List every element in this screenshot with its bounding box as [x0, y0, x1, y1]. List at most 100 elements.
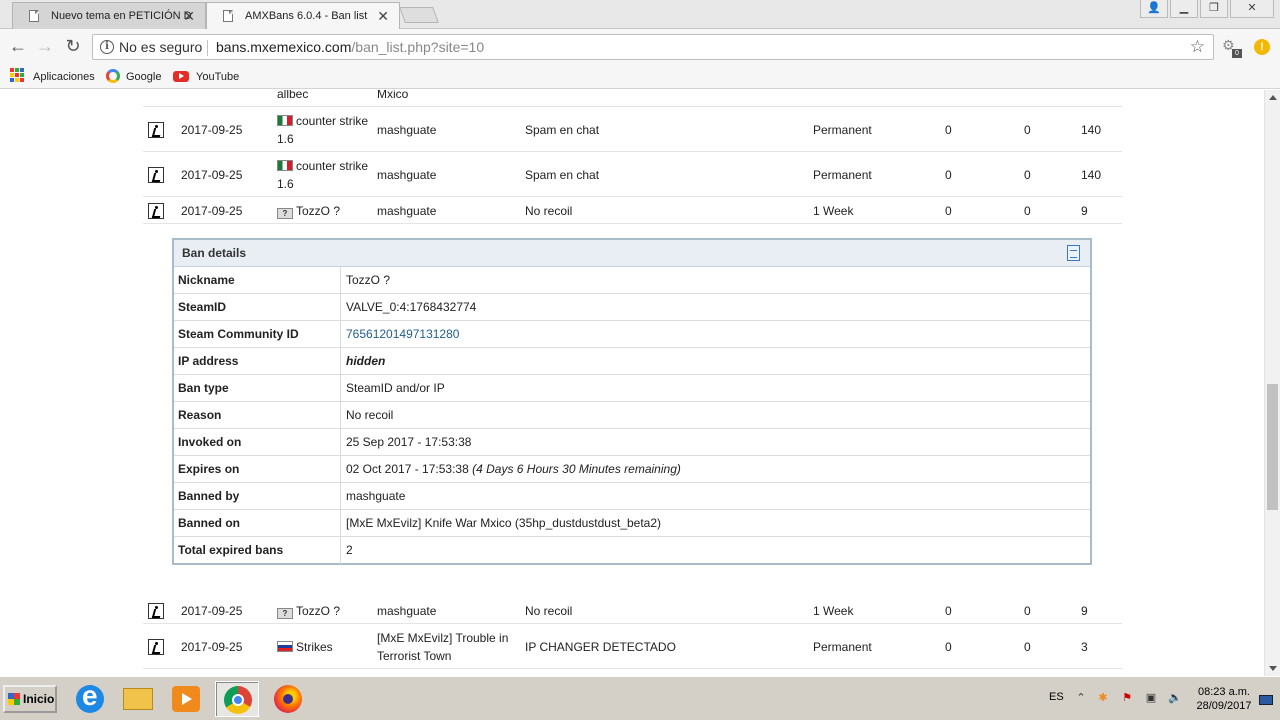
ban-date: 2017-09-25: [181, 203, 243, 218]
url-separator: [207, 40, 208, 56]
detail-label: Total expired bans: [174, 537, 341, 564]
flag-alert-icon[interactable]: ⚑: [1120, 691, 1134, 705]
close-icon[interactable]: ✕: [377, 3, 389, 29]
detail-value: 2: [346, 543, 353, 557]
scroll-up-arrow-icon[interactable]: [1269, 95, 1277, 100]
bookmark-star-icon[interactable]: ☆: [1190, 35, 1205, 59]
detail-label: Banned by: [174, 483, 341, 509]
app-tray-icon[interactable]: ✱: [1096, 691, 1110, 705]
close-icon[interactable]: ✕: [183, 3, 195, 29]
forward-arrow-icon[interactable]: →: [35, 37, 55, 57]
count-1: 0: [945, 167, 952, 182]
expiry-date: 02 Oct 2017 - 17:53:38: [346, 462, 469, 476]
chrome-icon: [224, 686, 252, 714]
table-row[interactable]: 2017-09-25 Strikes [MxE MxEvilz] Trouble…: [143, 624, 1122, 669]
detail-row-expired-bans: Total expired bans 2: [174, 537, 1090, 564]
bookmark-label: YouTube: [196, 71, 240, 83]
table-row[interactable]: 2017-09-25 counter strike 1.6 mashguate …: [143, 107, 1122, 152]
scrollbar-thumb[interactable]: [1267, 384, 1278, 510]
count-1: 0: [945, 122, 952, 137]
network-icon[interactable]: ▣: [1144, 691, 1158, 705]
clock-time: 08:23 a.m.: [1198, 686, 1250, 698]
start-button[interactable]: Inicio: [3, 685, 57, 713]
taskbar-internet-explorer[interactable]: [68, 680, 112, 717]
counter-strike-icon: [148, 202, 164, 219]
counter-strike-icon: [148, 602, 164, 619]
detail-label: Expires on: [174, 456, 341, 482]
taskbar-chrome[interactable]: [215, 681, 259, 717]
new-tab-button[interactable]: [399, 7, 439, 23]
table-row[interactable]: 2017-09-25 counter strike 1.6 mashguate …: [143, 152, 1122, 197]
count-2: 0: [1024, 203, 1031, 218]
table-row[interactable]: allbec Mxico: [143, 90, 1122, 107]
mexico-flag-icon: [277, 159, 293, 171]
detail-value: TozzO ?: [346, 273, 391, 287]
internet-explorer-icon: [76, 680, 104, 713]
admin-name: mashguate: [377, 203, 437, 218]
steam-community-link[interactable]: 76561201497131280: [346, 321, 459, 347]
tab-title: AMXBans 6.0.4 - Ban list: [245, 10, 368, 22]
warning-icon[interactable]: !: [1254, 39, 1270, 55]
table-row-selected[interactable]: 2017-09-25 ? TozzO ? mashguate No recoil …: [143, 197, 1122, 224]
ban-date: 2017-09-25: [181, 603, 243, 618]
url-text[interactable]: bans.mxemexico.com/ban_list.php?site=10: [216, 35, 484, 59]
bookmark-youtube[interactable]: YouTube: [173, 69, 239, 85]
detail-label: Invoked on: [174, 429, 341, 455]
address-bar[interactable]: i No es seguro bans.mxemexico.com/ban_li…: [92, 34, 1214, 60]
counter-strike-icon: [148, 121, 164, 138]
tab-ban-list[interactable]: AMXBans 6.0.4 - Ban list ✕: [206, 2, 400, 29]
taskbar-firefox[interactable]: [266, 681, 310, 717]
count-3: 140: [1081, 122, 1102, 137]
show-hidden-icons-icon[interactable]: ⌃: [1074, 691, 1088, 705]
security-status[interactable]: No es seguro: [119, 35, 202, 59]
taskbar-media-player[interactable]: [164, 681, 208, 717]
bookmark-apps[interactable]: Aplicaciones: [33, 69, 95, 85]
bookmarks-bar: Aplicaciones Google YouTube: [0, 65, 1280, 89]
firefox-icon: [274, 685, 302, 713]
language-indicator[interactable]: ES: [1049, 691, 1064, 703]
reload-icon[interactable]: ↻: [63, 37, 83, 57]
detail-label: IP address: [174, 348, 341, 374]
youtube-icon: [173, 71, 189, 82]
window-controls: 👤 ▁ ❐ ✕: [1138, 0, 1274, 20]
window-close-icon[interactable]: ✕: [1230, 0, 1274, 18]
unknown-flag-icon: ?: [277, 207, 293, 219]
profile-icon[interactable]: 👤: [1140, 0, 1168, 18]
minimize-icon[interactable]: ▁: [1170, 0, 1198, 18]
back-arrow-icon[interactable]: ←: [8, 37, 28, 57]
system-clock[interactable]: 08:23 a.m. 28/09/2017: [1190, 685, 1258, 713]
ban-reason: No recoil: [525, 603, 573, 618]
restore-icon[interactable]: ❐: [1200, 0, 1228, 18]
table-row[interactable]: 2017-09-25 ? TozzO ? mashguate No recoil …: [143, 597, 1122, 624]
detail-row-steamid: SteamID VALVE_0:4:1768432774: [174, 294, 1090, 321]
detail-row-nickname: Nickname TozzO ?: [174, 267, 1090, 294]
russia-flag-icon: [277, 640, 293, 652]
time-remaining: (4 Days 6 Hours 30 Minutes remaining): [472, 462, 681, 476]
count-1: 0: [945, 603, 952, 618]
volume-icon[interactable]: 🔈: [1168, 691, 1182, 705]
info-icon[interactable]: i: [100, 40, 114, 54]
detail-value: [MxE MxEvilz] Knife War Mxico (35hp_dust…: [346, 516, 662, 530]
mexico-flag-icon: [277, 114, 293, 126]
scroll-down-arrow-icon[interactable]: [1269, 666, 1277, 671]
vertical-scrollbar[interactable]: [1264, 90, 1280, 676]
page-icon: [29, 10, 39, 22]
taskbar-file-explorer[interactable]: [116, 681, 160, 717]
apps-grid-icon[interactable]: [10, 68, 24, 82]
extension-icon[interactable]: ⚙ 0: [1222, 37, 1242, 58]
count-1: 0: [945, 203, 952, 218]
tab-nuevo-tema[interactable]: Nuevo tema en PETICIÓN D ✕: [12, 2, 206, 29]
ban-date: 2017-09-25: [181, 639, 243, 654]
unknown-flag-icon: ?: [277, 607, 293, 619]
bookmark-google[interactable]: Google: [106, 69, 161, 85]
browser-toolbar: ← → ↻ i No es seguro bans.mxemexico.com/…: [0, 29, 1280, 65]
detail-row-banned-by: Banned by mashguate: [174, 483, 1090, 510]
detail-label: Nickname: [174, 267, 341, 293]
detail-label: Ban type: [174, 375, 341, 401]
ban-date: 2017-09-25: [181, 167, 243, 182]
show-desktop-icon[interactable]: [1259, 695, 1273, 705]
document-icon[interactable]: [1067, 245, 1080, 261]
count-3: 3: [1081, 639, 1088, 654]
ban-reason: Spam en chat: [525, 167, 600, 182]
bookmark-label: Google: [126, 71, 162, 83]
